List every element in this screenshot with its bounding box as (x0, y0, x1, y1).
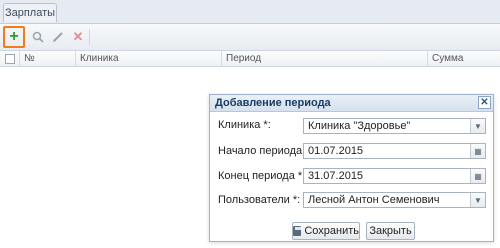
clinic-select[interactable]: Клиника "Здоровье" ▼ (303, 118, 486, 134)
search-button[interactable] (28, 27, 48, 47)
close-label: Закрыть (369, 225, 412, 237)
save-label: Сохранить (304, 225, 359, 237)
tab-salaries[interactable]: Зарплаты (3, 3, 57, 22)
end-date-label: Конец периода *: (218, 170, 306, 182)
clinic-value: Клиника "Здоровье" (308, 120, 411, 132)
end-date-field[interactable]: 31.07.2015 ▦ (303, 168, 486, 184)
column-sum[interactable]: Сумма (428, 51, 500, 66)
start-date-value: 01.07.2015 (308, 145, 364, 157)
disk-icon (293, 226, 302, 236)
close-icon: ✕ (480, 97, 489, 108)
users-select[interactable]: Лесной Антон Семенович ▼ (303, 192, 486, 208)
toolbar-divider (89, 29, 90, 45)
toolbar: + ✕ (0, 24, 500, 51)
column-period[interactable]: Период (222, 51, 428, 66)
add-button[interactable]: + (3, 26, 25, 48)
end-date-value: 31.07.2015 (308, 170, 364, 182)
start-date-label: Начало периода *: (218, 145, 313, 157)
grid-header: № Клиника Период Сумма (0, 51, 500, 67)
select-all-checkbox-cell[interactable] (0, 51, 20, 66)
close-icon: ✕ (72, 29, 84, 44)
chevron-down-icon[interactable]: ▼ (470, 119, 485, 133)
column-number[interactable]: № (20, 51, 76, 66)
users-value: Лесной Антон Семенович (308, 194, 440, 206)
search-icon (32, 31, 44, 43)
pencil-icon (53, 32, 63, 42)
close-button[interactable]: Закрыть (366, 222, 415, 240)
app-window: Зарплаты + ✕ № Клиника Период Сумма Доба… (0, 0, 500, 248)
plus-icon: + (9, 28, 19, 45)
dialog-close-button[interactable]: ✕ (478, 96, 491, 109)
calendar-icon[interactable]: ▦ (470, 169, 485, 183)
column-clinic[interactable]: Клиника (76, 51, 222, 66)
save-button[interactable]: Сохранить (292, 222, 360, 240)
start-date-field[interactable]: 01.07.2015 ▦ (303, 143, 486, 159)
edit-button[interactable] (48, 27, 68, 47)
delete-button[interactable]: ✕ (68, 27, 88, 47)
dialog-title: Добавление периода (215, 97, 331, 109)
add-period-dialog: Добавление периода ✕ Клиника *: Клиника … (209, 94, 494, 242)
dialog-header: Добавление периода ✕ (210, 95, 493, 112)
calendar-icon[interactable]: ▦ (470, 144, 485, 158)
chevron-down-icon[interactable]: ▼ (470, 193, 485, 207)
users-label: Пользователи *: (218, 194, 301, 206)
clinic-label: Клиника *: (218, 119, 271, 131)
tab-bar: Зарплаты (0, 0, 500, 24)
select-all-checkbox[interactable] (4, 53, 15, 64)
